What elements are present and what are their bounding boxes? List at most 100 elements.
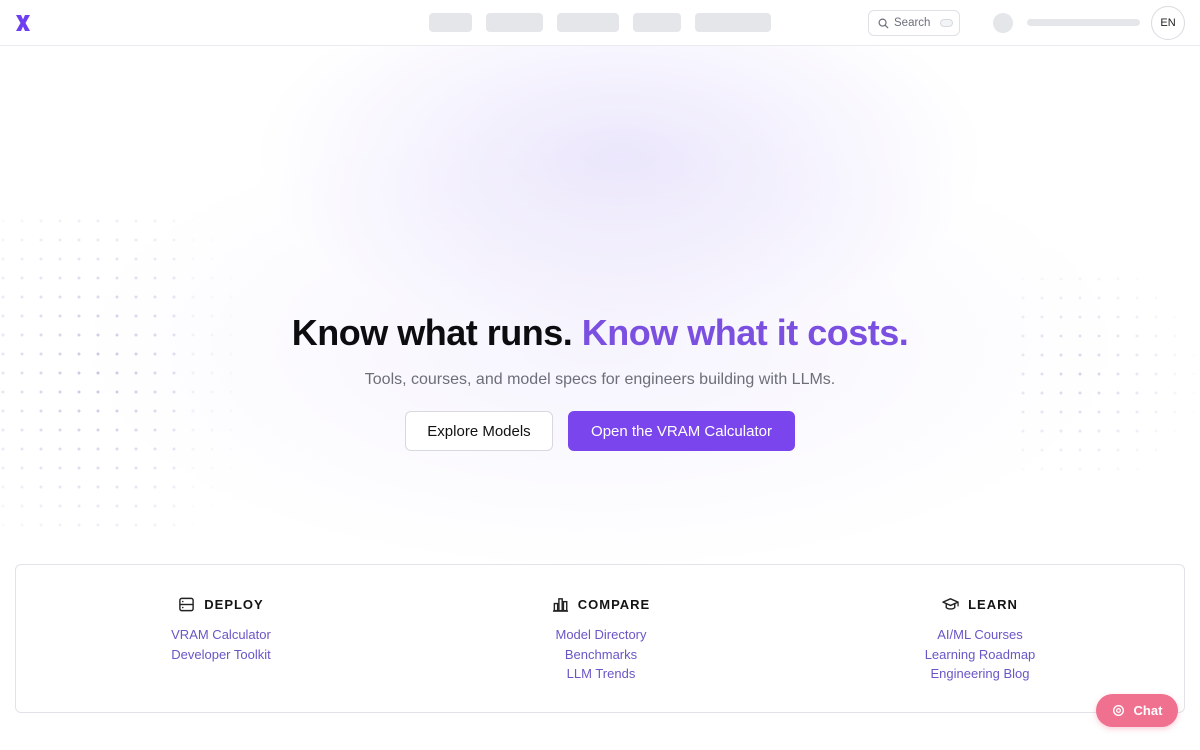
decorative-dot xyxy=(1040,429,1044,433)
decorative-dot xyxy=(58,504,62,508)
decorative-dot xyxy=(1040,277,1044,281)
link-learning-roadmap[interactable]: Learning Roadmap xyxy=(830,645,1130,665)
decorative-dot xyxy=(191,276,195,280)
decorative-dot xyxy=(58,219,62,223)
decorative-dot xyxy=(96,390,100,394)
decorative-dot xyxy=(172,276,176,280)
decorative-dot xyxy=(39,257,43,261)
decorative-dot xyxy=(1135,467,1139,471)
decorative-dot xyxy=(153,295,157,299)
nav-item-placeholder[interactable] xyxy=(557,13,619,32)
decorative-dot xyxy=(96,466,100,470)
decorative-dot xyxy=(134,466,138,470)
decorative-dot xyxy=(153,276,157,280)
decorative-dot xyxy=(1173,410,1177,414)
decorative-dot xyxy=(1040,391,1044,395)
decorative-dot xyxy=(20,238,24,242)
chat-button[interactable]: Chat xyxy=(1096,694,1178,727)
decorative-dot xyxy=(153,523,157,527)
decorative-dot xyxy=(1192,391,1196,395)
shortcut-key-icon xyxy=(940,19,954,27)
decorative-dot xyxy=(1097,410,1101,414)
decorative-dot xyxy=(58,485,62,489)
link-engineering-blog[interactable]: Engineering Blog xyxy=(830,664,1130,684)
logo-icon[interactable] xyxy=(14,13,32,33)
nav-item-placeholder[interactable] xyxy=(695,13,771,32)
decorative-dot xyxy=(230,277,233,280)
search-button[interactable]: Search xyxy=(868,10,960,36)
decorative-dot xyxy=(58,257,62,261)
decorative-dot xyxy=(210,276,214,280)
decorative-dot xyxy=(1059,429,1063,433)
decorative-dot xyxy=(39,276,43,280)
decorative-dot xyxy=(39,295,43,299)
explore-models-button[interactable]: Explore Models xyxy=(405,411,553,451)
decorative-dot xyxy=(77,295,81,299)
decorative-dot xyxy=(1,390,5,394)
decorative-dot xyxy=(20,219,24,223)
decorative-dot xyxy=(191,295,195,299)
decorative-dot xyxy=(191,257,195,261)
decorative-dot xyxy=(20,466,24,470)
nav-item-placeholder[interactable] xyxy=(429,13,472,32)
decorative-dot xyxy=(1116,448,1120,452)
bar-chart-icon xyxy=(552,597,568,612)
decorative-dot xyxy=(191,238,195,242)
section-title: DEPLOY xyxy=(204,596,264,612)
decorative-dot xyxy=(1135,448,1139,452)
section-deploy: DEPLOY VRAM Calculator Developer Toolkit xyxy=(71,595,371,664)
decorative-dot xyxy=(39,238,43,242)
decorative-dot xyxy=(172,219,176,223)
language-button[interactable]: EN xyxy=(1151,6,1185,40)
decorative-dot xyxy=(58,447,62,451)
nav-item-placeholder[interactable] xyxy=(486,13,543,32)
decorative-dot xyxy=(172,523,176,527)
decorative-dot xyxy=(115,276,119,280)
link-vram-calculator[interactable]: VRAM Calculator xyxy=(71,625,371,645)
decorative-dot xyxy=(58,409,62,413)
decorative-dot xyxy=(1078,448,1082,452)
decorative-dot xyxy=(153,390,157,394)
hero-subtitle: Tools, courses, and model specs for engi… xyxy=(364,371,836,388)
decorative-dot xyxy=(1135,296,1139,300)
decorative-dot xyxy=(210,428,214,432)
decorative-dot xyxy=(77,238,81,242)
search-icon xyxy=(878,18,889,29)
decorative-dot xyxy=(1097,296,1101,300)
decorative-dot xyxy=(1021,467,1025,471)
decorative-dot xyxy=(115,238,119,242)
decorative-dot xyxy=(172,447,176,451)
decorative-dot xyxy=(115,219,119,223)
decorative-dot xyxy=(191,428,195,432)
decorative-dot xyxy=(115,447,119,451)
decorative-dot xyxy=(1,485,5,489)
nav-item-placeholder[interactable] xyxy=(633,13,681,32)
link-benchmarks[interactable]: Benchmarks xyxy=(451,645,751,665)
decorative-dot xyxy=(229,447,233,451)
decorative-dot xyxy=(1021,277,1025,281)
decorative-dot xyxy=(96,523,100,527)
link-developer-toolkit[interactable]: Developer Toolkit xyxy=(71,645,371,665)
decorative-dot xyxy=(77,447,81,451)
open-vram-calculator-button[interactable]: Open the VRAM Calculator xyxy=(568,411,795,451)
decorative-dot xyxy=(1116,296,1120,300)
decorative-dot xyxy=(172,238,176,242)
search-label: Search xyxy=(894,17,931,29)
avatar[interactable] xyxy=(993,13,1013,33)
decorative-dot xyxy=(1116,277,1120,281)
decorative-dot xyxy=(96,257,100,261)
decorative-dot xyxy=(172,428,176,432)
decorative-dot xyxy=(134,447,138,451)
decorative-dot xyxy=(1078,467,1082,471)
link-ai-ml-courses[interactable]: AI/ML Courses xyxy=(830,625,1130,645)
chat-icon xyxy=(1112,704,1124,717)
link-model-directory[interactable]: Model Directory xyxy=(451,625,751,645)
decorative-dot xyxy=(172,409,176,413)
decorative-dot xyxy=(58,276,62,280)
decorative-dot xyxy=(115,409,119,413)
decorative-dot xyxy=(20,257,24,261)
decorative-dot xyxy=(172,485,176,489)
link-llm-trends[interactable]: LLM Trends xyxy=(451,664,751,684)
decorative-dot xyxy=(134,238,138,242)
decorative-dot xyxy=(77,504,81,508)
